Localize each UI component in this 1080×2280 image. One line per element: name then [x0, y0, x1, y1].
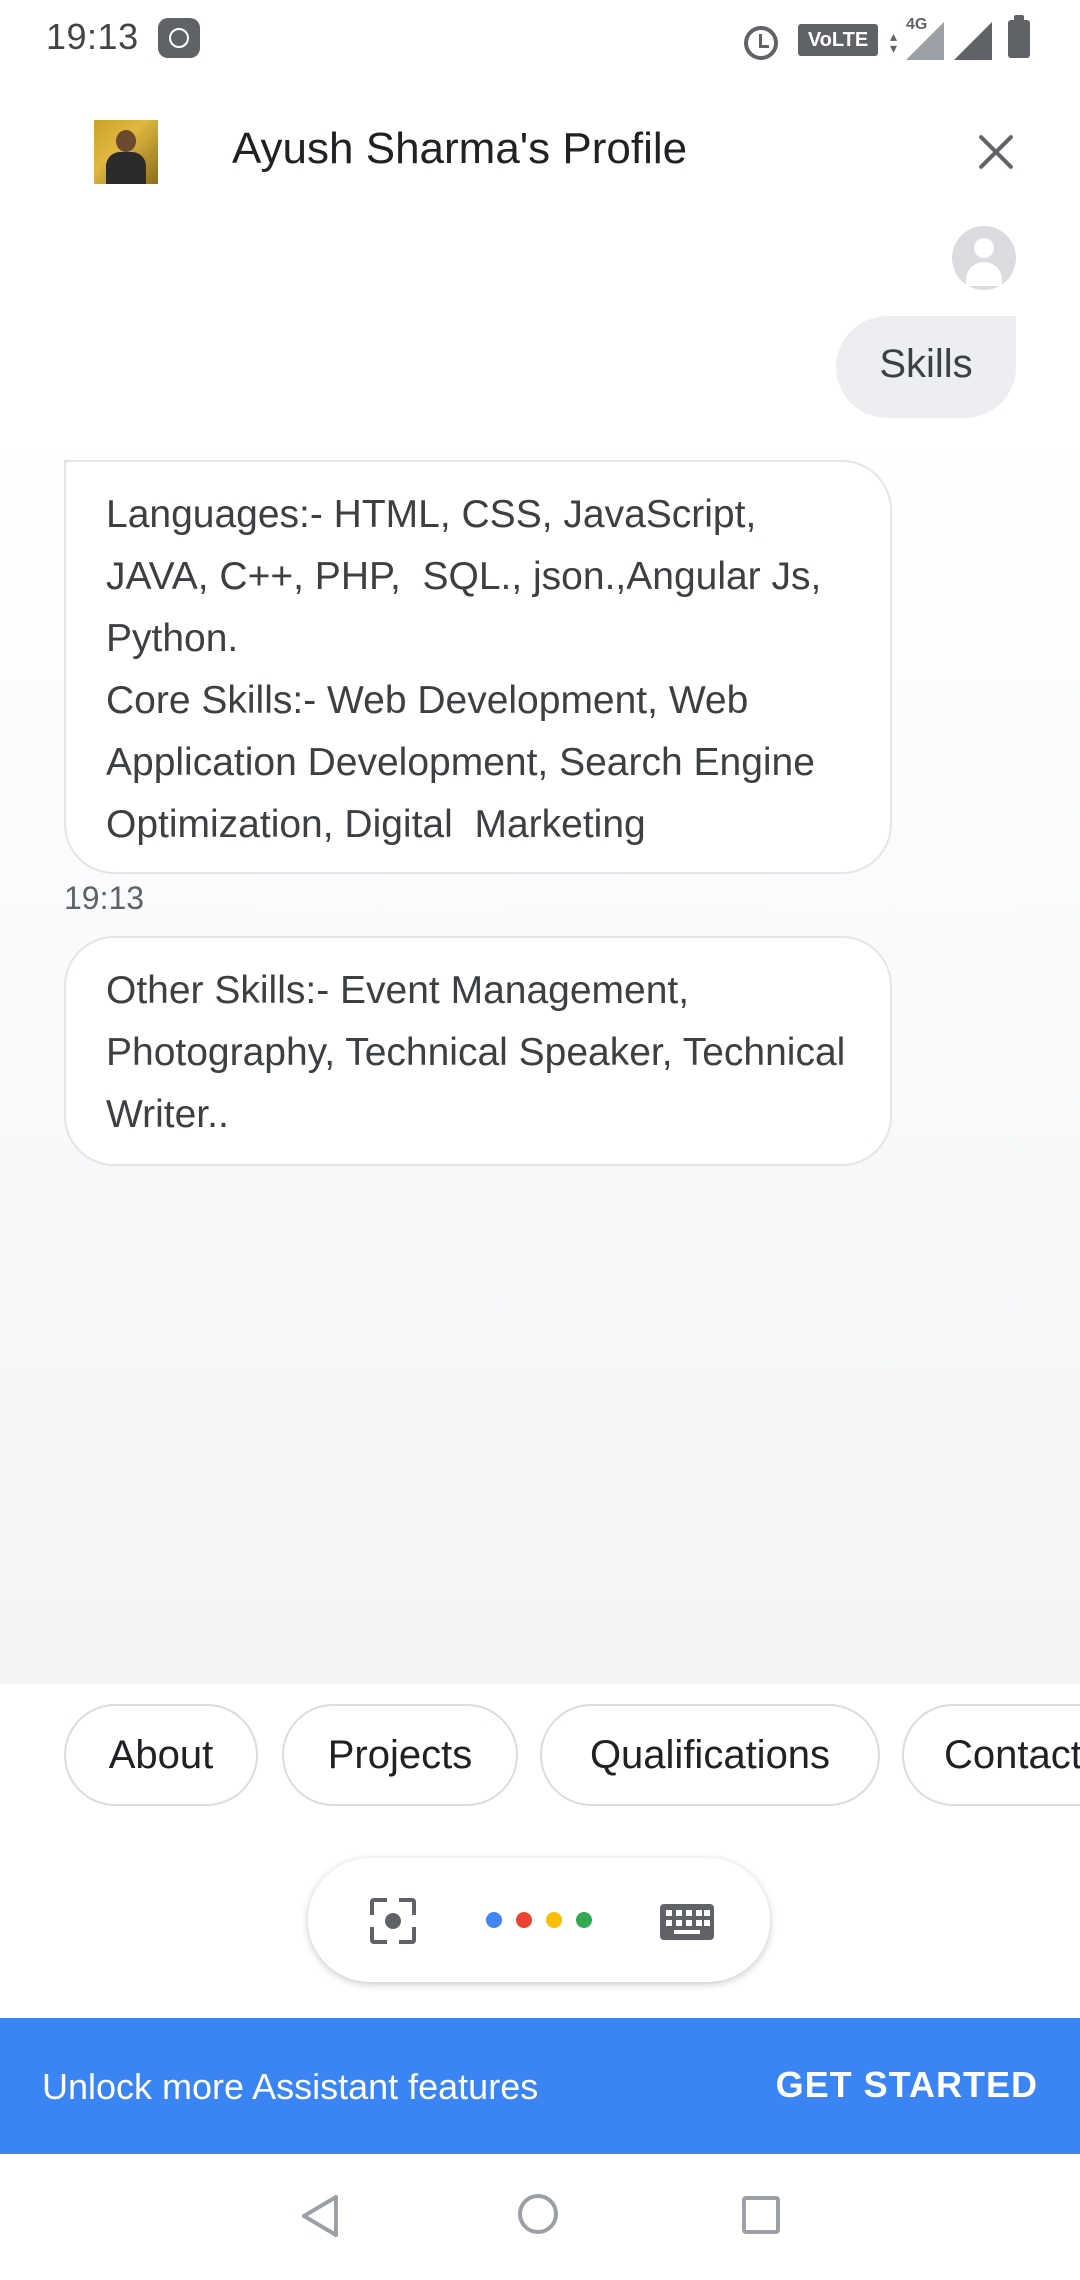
avatar-body-shape	[106, 152, 146, 184]
assistant-message-bubble: Languages:- HTML, CSS, JavaScript, JAVA,…	[64, 460, 892, 874]
avatar-head-shape	[116, 130, 136, 152]
banner-text: Unlock more Assistant features	[42, 2066, 539, 2107]
suggestion-chips: About Projects Qualifications Contact	[0, 1684, 1080, 1834]
key	[686, 1920, 692, 1926]
promo-banner: Unlock more Assistant features GET START…	[0, 2018, 1080, 2154]
key	[704, 1920, 710, 1926]
user-avatar	[952, 226, 1016, 290]
battery-icon	[1008, 15, 1030, 58]
key	[696, 1920, 702, 1926]
data-signal-icon	[906, 22, 944, 60]
key	[676, 1920, 682, 1926]
assistant-screen: 19:13 VoLTE 4G ▴ ▾ Ayush Sharma's Profile…	[0, 0, 1080, 2280]
lens-icon[interactable]	[370, 1898, 416, 1944]
key	[686, 1910, 692, 1916]
status-time: 19:13	[46, 16, 139, 57]
lens-center-dot	[385, 1913, 401, 1929]
user-avatar-body	[966, 262, 1002, 286]
chip-qualifications[interactable]: Qualifications	[540, 1704, 880, 1806]
assistant-dot-green	[576, 1912, 592, 1928]
assistant-dot-red	[516, 1912, 532, 1928]
assistant-message-text: Languages:- HTML, CSS, JavaScript, JAVA,…	[106, 493, 822, 846]
assistant-message-bubble: Other Skills:- Event Management, Photogr…	[64, 936, 892, 1166]
home-icon[interactable]	[518, 2194, 558, 2234]
chip-contact[interactable]: Contact	[902, 1704, 1080, 1806]
key	[666, 1920, 672, 1926]
recents-icon[interactable]	[742, 2196, 780, 2234]
lens-corner	[370, 1898, 387, 1915]
assistant-input-bar	[308, 1858, 770, 1982]
lens-corner	[399, 1927, 416, 1944]
keyboard-icon[interactable]	[660, 1904, 714, 1940]
chip-projects[interactable]: Projects	[282, 1704, 518, 1806]
mi-icon	[158, 18, 200, 58]
volte-icon: VoLTE	[798, 24, 878, 56]
user-avatar-head	[974, 238, 994, 258]
user-message-bubble: Skills	[836, 316, 1016, 418]
assistant-dots-icon[interactable]	[486, 1912, 596, 1932]
key	[666, 1910, 672, 1916]
page-title: Ayush Sharma's Profile	[232, 124, 688, 173]
system-nav-bar	[0, 2154, 1080, 2280]
data-arrows-icon: ▴ ▾	[890, 28, 898, 56]
alarm-icon	[744, 26, 778, 60]
chip-about[interactable]: About	[64, 1704, 258, 1806]
back-icon[interactable]	[300, 2194, 340, 2238]
conversation-header: Ayush Sharma's Profile	[0, 100, 1080, 210]
close-icon[interactable]	[970, 126, 1022, 178]
key	[676, 1910, 682, 1916]
get-started-button[interactable]: GET STARTED	[776, 2064, 1038, 2106]
status-bar: 19:13 VoLTE 4G ▴ ▾	[0, 0, 1080, 80]
assistant-dot-yellow	[546, 1912, 562, 1928]
user-message-text: Skills	[879, 342, 973, 386]
space-key	[674, 1930, 700, 1934]
data-icon: 4G ▴ ▾	[888, 16, 944, 60]
key	[704, 1910, 710, 1916]
assistant-message-text: Other Skills:- Event Management, Photogr…	[106, 969, 857, 1136]
signal-icon	[954, 22, 992, 60]
key	[696, 1910, 702, 1916]
profile-avatar[interactable]	[94, 120, 158, 184]
lens-corner	[399, 1898, 416, 1915]
assistant-dot-blue	[486, 1912, 502, 1928]
message-timestamp: 19:13	[64, 880, 145, 916]
lens-corner	[370, 1927, 387, 1944]
